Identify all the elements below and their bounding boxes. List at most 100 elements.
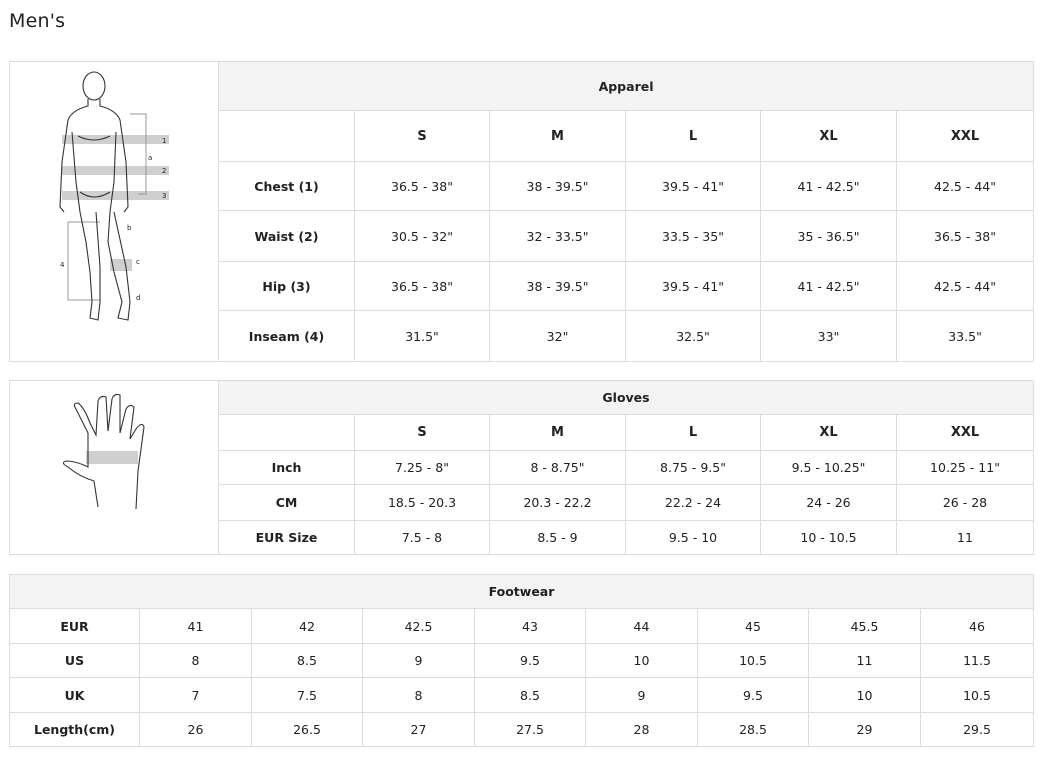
apparel-size-m: M [489, 110, 626, 162]
table-cell: 8.75 - 9.5" [625, 449, 761, 486]
table-cell: 10.25 - 11" [895, 449, 1035, 486]
hand-measurement-figure [62, 393, 145, 510]
table-cell: 9.5 [474, 643, 586, 678]
table-cell: 32 - 33.5" [489, 210, 626, 262]
footwear-size-table: Footwear EUR 41 42 42.5 43 44 45 45.5 46… [8, 574, 1035, 747]
table-cell: 7 [139, 677, 252, 713]
figure-label-2: 2 [162, 167, 166, 175]
table-cell: 8 [362, 677, 475, 713]
table-cell: 43 [474, 608, 586, 644]
table-cell: 27.5 [474, 712, 586, 747]
table-cell: 9.5 - 10 [625, 519, 761, 556]
row-label: Inch [218, 449, 355, 486]
table-cell: 30.5 - 32" [354, 210, 490, 262]
table-cell: 41 - 42.5" [760, 160, 897, 212]
body-figure-cell: 1 2 3 4 a b c d [9, 61, 219, 362]
figure-label-a: a [148, 154, 152, 162]
table-cell: 8 - 8.75" [489, 449, 626, 486]
table-cell: 10.5 [697, 643, 809, 678]
gloves-size-xxl: XXL [895, 414, 1035, 451]
table-cell: 9 [585, 677, 698, 713]
table-cell: 10.5 [919, 677, 1035, 713]
table-cell: 38 - 39.5" [489, 160, 626, 212]
table-cell: 26 - 28 [895, 484, 1035, 521]
table-cell: 9.5 [697, 677, 809, 713]
table-cell: 36.5 - 38" [354, 260, 490, 312]
table-cell: 42 [251, 608, 363, 644]
table-cell: 32.5" [625, 310, 761, 362]
row-label: US [9, 643, 140, 678]
table-cell: 20.3 - 22.2 [489, 484, 626, 521]
gloves-title: Gloves [217, 379, 1035, 416]
gloves-size-l: L [625, 414, 761, 451]
gloves-size-xl: XL [760, 414, 897, 451]
table-cell: 45 [697, 608, 809, 644]
table-row: Length(cm) 26 26.5 27 27.5 28 28.5 29 29… [9, 712, 1035, 747]
apparel-size-xxl: XXL [895, 110, 1035, 162]
table-cell: 11 [895, 519, 1035, 556]
apparel-corner-cell [218, 110, 355, 162]
row-label: Hip (3) [218, 260, 355, 312]
figure-label-c: c [136, 258, 140, 266]
table-cell: 8.5 [251, 643, 363, 678]
table-cell: 26.5 [251, 712, 363, 747]
table-cell: 9.5 - 10.25" [760, 449, 897, 486]
table-row: EUR 41 42 42.5 43 44 45 45.5 46 [9, 608, 1035, 644]
table-cell: 39.5 - 41" [625, 260, 761, 312]
table-cell: 10 [585, 643, 698, 678]
table-cell: 41 - 42.5" [760, 260, 897, 312]
table-cell: 36.5 - 38" [895, 210, 1035, 262]
table-cell: 22.2 - 24 [625, 484, 761, 521]
row-label: Inseam (4) [218, 310, 355, 362]
table-cell: 27 [362, 712, 475, 747]
apparel-size-l: L [625, 110, 761, 162]
table-cell: 42.5 - 44" [895, 160, 1035, 212]
table-cell: 8 [139, 643, 252, 678]
table-cell: 44 [585, 608, 698, 644]
table-cell: 46 [919, 608, 1035, 644]
table-cell: 36.5 - 38" [354, 160, 490, 212]
body-measurement-figure: 1 2 3 4 a b c d [59, 71, 169, 321]
figure-label-4: 4 [60, 261, 65, 269]
row-label: Waist (2) [218, 210, 355, 262]
row-label: EUR Size [218, 519, 355, 556]
table-cell: 28 [585, 712, 698, 747]
table-cell: 42.5 - 44" [895, 260, 1035, 312]
table-cell: 11 [808, 643, 921, 678]
row-label: Chest (1) [218, 160, 355, 212]
table-cell: 35 - 36.5" [760, 210, 897, 262]
table-cell: 9 [362, 643, 475, 678]
table-cell: 7.25 - 8" [354, 449, 490, 486]
table-cell: 18.5 - 20.3 [354, 484, 490, 521]
table-cell: 26 [139, 712, 252, 747]
table-cell: 29.5 [919, 712, 1035, 747]
apparel-size-s: S [354, 110, 490, 162]
table-cell: 33.5 - 35" [625, 210, 761, 262]
table-cell: 38 - 39.5" [489, 260, 626, 312]
row-label: CM [218, 484, 355, 521]
table-row: US 8 8.5 9 9.5 10 10.5 11 11.5 [9, 643, 1035, 678]
gloves-size-m: M [489, 414, 626, 451]
table-cell: 24 - 26 [760, 484, 897, 521]
table-cell: 28.5 [697, 712, 809, 747]
gloves-corner-cell [218, 414, 355, 451]
table-cell: 41 [139, 608, 252, 644]
table-cell: 33" [760, 310, 897, 362]
table-cell: 42.5 [362, 608, 475, 644]
table-cell: 10 - 10.5 [760, 519, 897, 556]
table-cell: 11.5 [919, 643, 1035, 678]
figure-label-d: d [136, 294, 140, 302]
table-cell: 10 [808, 677, 921, 713]
figure-label-1: 1 [162, 137, 166, 145]
row-label: EUR [9, 608, 140, 644]
table-row: UK 7 7.5 8 8.5 9 9.5 10 10.5 [9, 677, 1035, 713]
row-label: UK [9, 677, 140, 713]
apparel-title: Apparel [217, 60, 1035, 112]
table-cell: 7.5 [251, 677, 363, 713]
table-cell: 39.5 - 41" [625, 160, 761, 212]
page-title: Men's [9, 10, 66, 32]
table-cell: 7.5 - 8 [354, 519, 490, 556]
table-cell: 45.5 [808, 608, 921, 644]
table-cell: 8.5 [474, 677, 586, 713]
table-cell: 29 [808, 712, 921, 747]
